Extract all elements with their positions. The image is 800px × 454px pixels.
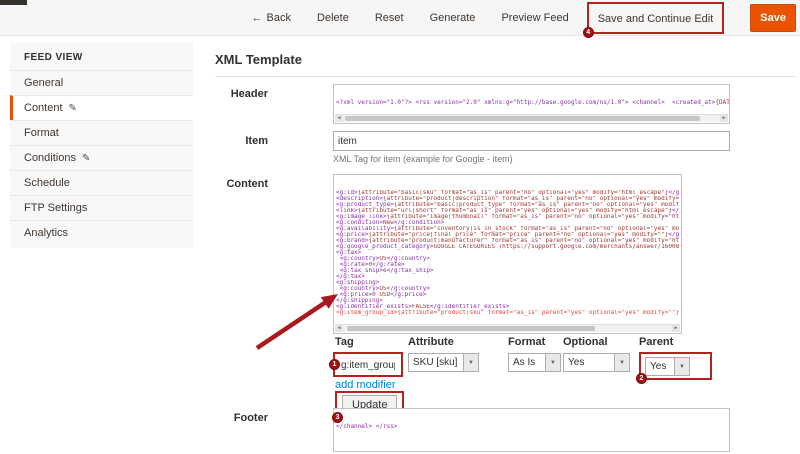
scroll-right-arrow-icon[interactable]: ▶	[672, 325, 680, 332]
feed-view-sidebar: FEED VIEW General Content✎ Format Condit…	[10, 43, 193, 248]
xml-template-form: XML Template Header <?xml version="1.0"?…	[215, 0, 800, 454]
tag-annotation-box: 1	[333, 352, 403, 377]
content-code: <g:id>{attribute="basic|sku" format="as_…	[334, 187, 681, 316]
admin-menu-stub	[0, 0, 27, 5]
parent-select[interactable]: Yes ▼	[645, 357, 690, 376]
attribute-select-value: SKU [sku]	[409, 354, 463, 371]
sidebar-item-content[interactable]: Content✎	[10, 95, 193, 120]
step-3-marker: 3	[332, 412, 343, 423]
step-2-marker: 2	[636, 373, 647, 384]
format-select-value: As Is	[509, 354, 545, 371]
header-template-textarea[interactable]: <?xml version="1.0"?> <rss version="2.0"…	[333, 84, 730, 124]
footer-code: </channel> </rss>	[334, 421, 729, 430]
optional-cell: Yes ▼	[563, 352, 630, 372]
item-tag-input[interactable]	[333, 131, 730, 151]
add-modifier-link[interactable]: add modifier	[335, 379, 396, 391]
sidebar-item-schedule[interactable]: Schedule	[10, 170, 193, 195]
header-code: <?xml version="1.0"?> <rss version="2.0"…	[334, 97, 729, 106]
chevron-down-icon[interactable]: ▼	[674, 358, 689, 375]
edit-pencil-icon: ✎	[69, 103, 77, 114]
step-1-marker: 1	[329, 359, 340, 370]
scrollbar-thumb[interactable]	[347, 326, 595, 331]
section-title: XML Template	[215, 52, 302, 67]
title-divider	[215, 76, 795, 77]
scroll-left-arrow-icon[interactable]: ◀	[335, 325, 343, 332]
feed-edit-page: ← Back Delete Reset Generate Preview Fee…	[0, 0, 800, 454]
footer-field-label: Footer	[215, 412, 268, 424]
sidebar-title: FEED VIEW	[10, 43, 193, 70]
sidebar-item-conditions[interactable]: Conditions✎	[10, 145, 193, 170]
item-field-note: XML Tag for item (example for Google - i…	[333, 154, 513, 164]
header-field-label: Header	[215, 88, 268, 100]
footer-template-textarea[interactable]: </channel> </rss>	[333, 408, 730, 452]
step-4-marker: 4	[583, 27, 594, 38]
column-header-format: Format	[508, 336, 545, 348]
content-horizontal-scrollbar[interactable]: ◀ ▶	[335, 324, 680, 332]
column-header-parent: Parent	[639, 336, 673, 348]
tag-modifier-editor: Tag Attribute Format Optional Parent 1 S…	[333, 336, 740, 406]
parent-select-value: Yes	[646, 358, 674, 375]
content-template-textarea[interactable]: <g:id>{attribute="basic|sku" format="as_…	[333, 174, 682, 334]
scrollbar-thumb[interactable]	[345, 116, 700, 121]
attribute-cell: SKU [sku] ▼	[408, 352, 479, 372]
optional-select-value: Yes	[564, 354, 614, 371]
column-header-tag: Tag	[335, 336, 354, 348]
tag-cell: 1	[333, 352, 403, 377]
column-header-optional: Optional	[563, 336, 608, 348]
chevron-down-icon[interactable]: ▼	[545, 354, 560, 371]
item-field-label: Item	[215, 135, 268, 147]
sidebar-item-ftp-settings[interactable]: FTP Settings	[10, 195, 193, 220]
optional-select[interactable]: Yes ▼	[563, 353, 630, 372]
scroll-left-arrow-icon[interactable]: ◀	[335, 115, 343, 122]
sidebar-item-format[interactable]: Format	[10, 120, 193, 145]
attribute-select[interactable]: SKU [sku] ▼	[408, 353, 479, 372]
format-cell: As Is ▼	[508, 352, 561, 372]
parent-annotation-box: Yes ▼ 2	[639, 352, 712, 380]
parent-cell: Yes ▼ 2	[639, 352, 712, 380]
content-field-label: Content	[215, 178, 268, 190]
edit-pencil-icon: ✎	[82, 153, 90, 164]
chevron-down-icon[interactable]: ▼	[463, 354, 478, 371]
sidebar-item-general[interactable]: General	[10, 70, 193, 95]
header-horizontal-scrollbar[interactable]: ◀ ▶	[335, 114, 728, 122]
format-select[interactable]: As Is ▼	[508, 353, 561, 372]
column-header-attribute: Attribute	[408, 336, 454, 348]
tag-input[interactable]	[337, 358, 399, 374]
chevron-down-icon[interactable]: ▼	[614, 354, 629, 371]
sidebar-item-analytics[interactable]: Analytics	[10, 220, 193, 245]
scroll-right-arrow-icon[interactable]: ▶	[720, 115, 728, 122]
